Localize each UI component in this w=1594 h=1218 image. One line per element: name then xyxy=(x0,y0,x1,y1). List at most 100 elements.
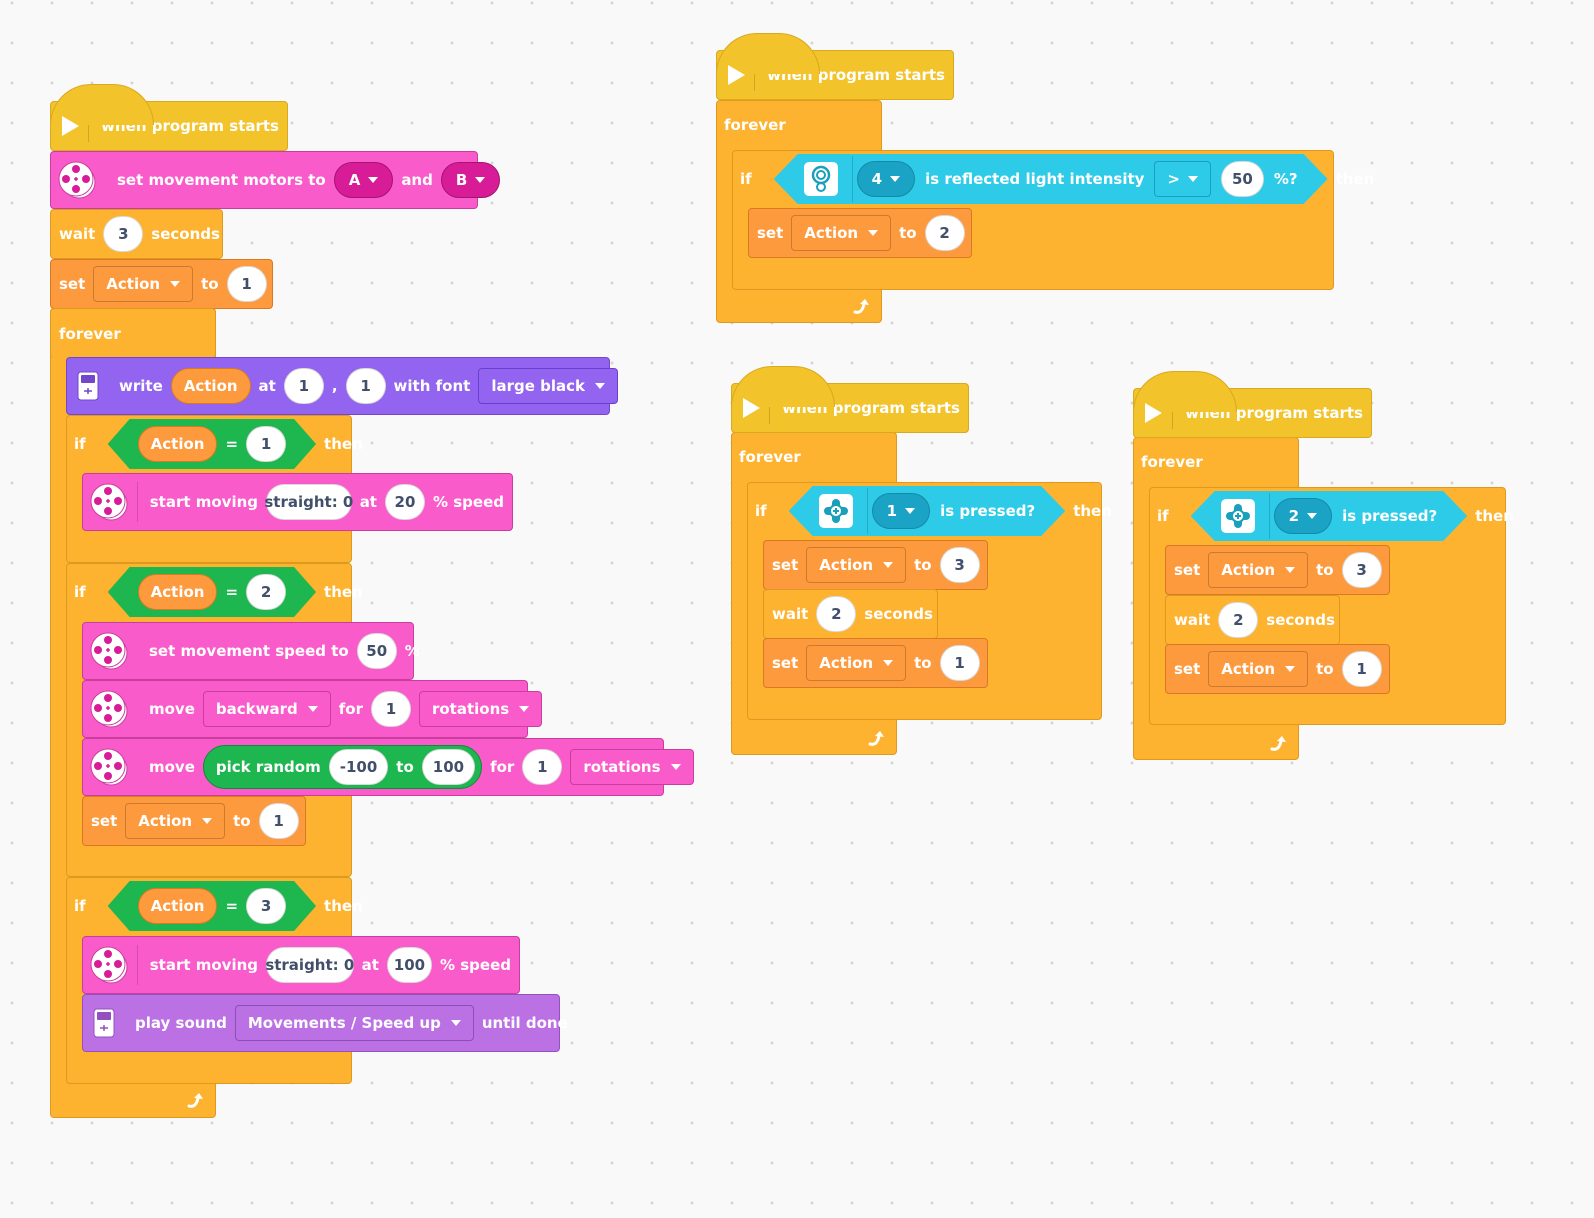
equals-operator[interactable]: Action = 2 xyxy=(108,567,316,617)
sensor-port-dropdown[interactable]: 2 xyxy=(1274,498,1332,534)
set-movement-speed-block[interactable]: set movement speed to 50 % xyxy=(82,622,420,680)
wait-seconds-block[interactable]: wait 2 seconds xyxy=(763,589,938,639)
unit-value: rotations xyxy=(431,700,510,718)
sound-dropdown[interactable]: Movements / Speed up xyxy=(234,1005,474,1041)
reflected-light-condition[interactable]: 4 is reflected light intensity > 50 %? xyxy=(774,154,1328,204)
move-direction-block[interactable]: move backward for 1 rotations xyxy=(82,680,543,738)
block-label: move xyxy=(149,700,195,718)
amount-input[interactable]: 1 xyxy=(370,691,411,727)
motor-port-dropdown[interactable]: A xyxy=(333,162,394,198)
if-block-header[interactable]: if Action = 1 then xyxy=(66,415,363,473)
value-input[interactable]: 1 xyxy=(1341,651,1382,687)
forever-block-header[interactable]: forever xyxy=(50,308,216,358)
set-variable-block[interactable]: set Action to 1 xyxy=(50,259,273,309)
forever-block-header[interactable]: forever xyxy=(1133,437,1299,487)
set-variable-block[interactable]: set Action to 1 xyxy=(763,638,988,688)
amount-input[interactable]: 1 xyxy=(522,749,563,785)
when-program-starts-hat[interactable]: when program starts xyxy=(1133,371,1372,438)
value-input[interactable]: 1 xyxy=(246,426,286,462)
block-label: start moving xyxy=(149,493,258,511)
direction-dropdown[interactable]: backward xyxy=(202,691,331,727)
unit-dropdown[interactable]: rotations xyxy=(570,749,694,785)
value-input[interactable]: 3 xyxy=(246,888,286,924)
variable-dropdown[interactable]: Action xyxy=(1208,651,1309,687)
random-max-input[interactable]: 100 xyxy=(421,749,476,785)
button-pressed-condition[interactable]: 2 is pressed? xyxy=(1191,491,1468,541)
set-variable-block[interactable]: set Action to 3 xyxy=(1165,545,1390,595)
wait-seconds-block[interactable]: wait 3 seconds xyxy=(50,209,223,259)
set-movement-motors-block[interactable]: set movement motors to A and B xyxy=(50,151,501,209)
when-program-starts-hat[interactable]: when program starts xyxy=(716,33,954,100)
steering-input[interactable]: straight: 0 xyxy=(265,947,354,983)
write-text-block[interactable]: write Action at 1 , 1 with font large bl… xyxy=(66,357,618,415)
variable-reporter[interactable]: Action xyxy=(170,368,251,404)
comparison-dropdown[interactable]: > xyxy=(1154,161,1211,197)
start-moving-block[interactable]: start moving straight: 0 at 100 % speed xyxy=(82,936,520,994)
speed-input[interactable]: 20 xyxy=(384,484,425,520)
variable-reporter[interactable]: Action xyxy=(138,574,218,610)
font-dropdown[interactable]: large black xyxy=(478,368,618,404)
seconds-input[interactable]: 3 xyxy=(103,216,144,252)
speed-input[interactable]: 100 xyxy=(386,947,432,983)
equals-operator[interactable]: Action = 3 xyxy=(108,881,316,931)
then-label: then xyxy=(324,435,363,453)
sensor-port-dropdown[interactable]: 1 xyxy=(872,493,930,529)
seconds-input[interactable]: 2 xyxy=(1218,602,1259,638)
forever-block-header[interactable]: forever xyxy=(716,100,882,150)
if-block-header[interactable]: if 2 is pressed? then xyxy=(1149,487,1514,545)
variable-dropdown[interactable]: Action xyxy=(806,547,907,583)
random-min-input[interactable]: -100 xyxy=(328,749,389,785)
variable-dropdown[interactable]: Action xyxy=(1208,552,1309,588)
set-variable-block[interactable]: set Action to 2 xyxy=(748,208,972,258)
value-input[interactable]: 1 xyxy=(258,803,299,839)
variable-dropdown[interactable]: Action xyxy=(93,266,194,302)
variable-reporter[interactable]: Action xyxy=(138,888,218,924)
value-input[interactable]: 3 xyxy=(1341,552,1382,588)
then-label: then xyxy=(324,583,363,601)
sensor-port-dropdown[interactable]: 4 xyxy=(857,161,915,197)
variable-dropdown[interactable]: Action xyxy=(791,215,892,251)
when-program-starts-hat[interactable]: when program starts xyxy=(50,84,288,151)
motor-port-dropdown[interactable]: B xyxy=(440,162,501,198)
value-input[interactable]: 3 xyxy=(939,547,980,583)
unit-label: %? xyxy=(1273,170,1298,188)
start-moving-block[interactable]: start moving straight: 0 at 20 % speed xyxy=(82,473,513,531)
when-program-starts-hat[interactable]: when program starts xyxy=(731,366,969,433)
value-input[interactable]: 1 xyxy=(226,266,267,302)
variable-dropdown[interactable]: Action xyxy=(806,645,907,681)
y-input[interactable]: 1 xyxy=(345,368,386,404)
pick-random-reporter[interactable]: pick random -100 to 100 xyxy=(202,745,483,789)
block-label: , xyxy=(331,377,338,395)
movement-motor-icon xyxy=(89,630,129,672)
if-block-header[interactable]: if 1 is pressed? then xyxy=(747,482,1112,540)
play-sound-block[interactable]: play sound Movements / Speed up until do… xyxy=(82,994,568,1052)
x-input[interactable]: 1 xyxy=(283,368,324,404)
set-variable-block[interactable]: set Action to 1 xyxy=(82,796,306,846)
speed-input[interactable]: 50 xyxy=(356,633,397,669)
if-block-header[interactable]: if Action = 3 then xyxy=(66,877,363,935)
if-block-header[interactable]: if Action = 2 then xyxy=(66,563,363,621)
value-input[interactable]: 2 xyxy=(246,574,286,610)
variable-name: Action xyxy=(1221,660,1276,678)
hub-display-icon xyxy=(77,365,99,407)
if-block-header[interactable]: if 4 is reflected light intensity > 50 %… xyxy=(732,150,1374,208)
forever-block-header[interactable]: forever xyxy=(731,432,897,482)
unit-dropdown[interactable]: rotations xyxy=(418,691,543,727)
block-label: forever xyxy=(724,116,786,134)
movement-motor-icon xyxy=(57,159,97,201)
value-input[interactable]: 2 xyxy=(924,215,965,251)
wait-seconds-block[interactable]: wait 2 seconds xyxy=(1165,595,1340,645)
block-label: move xyxy=(149,758,195,776)
variable-dropdown[interactable]: Action xyxy=(125,803,226,839)
move-steering-block[interactable]: move pick random -100 to 100 for 1 rotat… xyxy=(82,738,694,796)
set-variable-block[interactable]: set Action to 3 xyxy=(763,540,988,590)
equals-operator[interactable]: Action = 1 xyxy=(108,419,316,469)
seconds-input[interactable]: 2 xyxy=(816,596,857,632)
block-label: set xyxy=(772,654,799,672)
set-variable-block[interactable]: set Action to 1 xyxy=(1165,644,1390,694)
variable-reporter[interactable]: Action xyxy=(138,426,218,462)
button-pressed-condition[interactable]: 1 is pressed? xyxy=(789,486,1066,536)
threshold-input[interactable]: 50 xyxy=(1221,161,1264,197)
steering-input[interactable]: straight: 0 xyxy=(264,484,353,520)
value-input[interactable]: 1 xyxy=(939,645,980,681)
